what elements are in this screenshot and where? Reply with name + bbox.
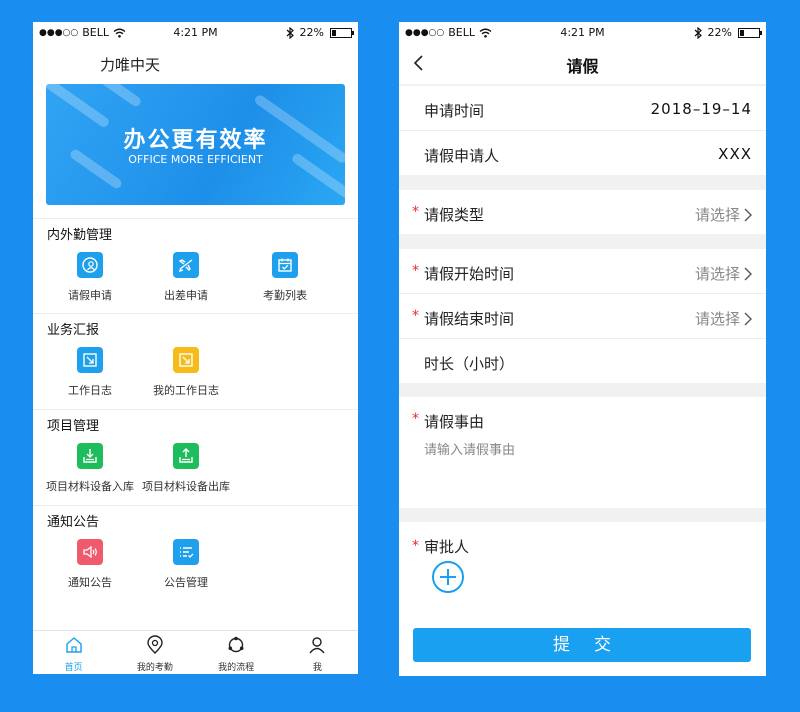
edit-log-icon — [173, 347, 199, 373]
plus-circle-icon — [432, 561, 464, 593]
tab-me[interactable]: 我 — [277, 631, 358, 674]
inbound-icon — [77, 443, 103, 469]
grid-label: 通知公告 — [68, 576, 112, 589]
leave-form-screen: ●●●○○ BELL 4:21 PM 22% 请假 申请时间 2018–19–1… — [399, 22, 766, 676]
airplane-icon — [173, 252, 199, 278]
start-time-placeholder: 请选择 — [694, 265, 740, 283]
grid-item-material-outbound[interactable]: 项目材料设备出库 — [131, 443, 241, 494]
chevron-right-icon — [744, 312, 752, 325]
applicant-value: XXX — [718, 145, 752, 163]
duration-row[interactable]: 时长（小时） — [399, 339, 766, 383]
banner-subtitle: OFFICE MORE EFFICIENT — [128, 153, 263, 166]
apply-time-value: 2018–19–14 — [650, 100, 752, 118]
grid-label: 项目材料设备入库 — [46, 480, 134, 493]
leave-icon — [77, 252, 103, 278]
section-title-notices: 通知公告 — [47, 515, 100, 530]
status-bar: ●●●○○ BELL 4:21 PM 22% — [33, 22, 358, 44]
required-mark: * — [412, 263, 419, 279]
grid-item-material-inbound[interactable]: 项目材料设备入库 — [35, 443, 145, 494]
leave-type-row[interactable]: * 请假类型 请选择 — [399, 190, 766, 234]
grid-label: 工作日志 — [68, 384, 112, 397]
start-time-label: 请假开始时间 — [424, 265, 515, 283]
location-pin-icon — [147, 635, 163, 654]
bluetooth-icon — [286, 26, 294, 39]
battery-percent: 22% — [707, 26, 732, 39]
edit-log-icon — [77, 347, 103, 373]
submit-button[interactable]: 提交 — [413, 628, 751, 662]
reason-textarea[interactable]: 请输入请假事由 — [424, 439, 515, 458]
tab-label: 我的流程 — [218, 663, 255, 673]
status-bar: ●●●○○ BELL 4:21 PM 22% — [399, 22, 766, 44]
leave-type-label: 请假类型 — [424, 206, 485, 224]
apply-time-row: 申请时间 2018–19–14 — [399, 86, 766, 130]
page-title: 请假 — [566, 57, 599, 76]
reason-row[interactable]: * 请假事由 请输入请假事由 — [399, 397, 766, 508]
battery-icon — [738, 27, 762, 38]
grid-item-work-log[interactable]: 工作日志 — [35, 347, 145, 398]
tab-label: 我的考勤 — [136, 663, 173, 673]
start-time-select[interactable]: 请选择 — [695, 263, 752, 284]
required-mark: * — [412, 308, 419, 324]
approver-label: 审批人 — [424, 538, 470, 556]
required-mark: * — [412, 538, 419, 554]
leave-type-placeholder: 请选择 — [694, 206, 740, 224]
section-title-attendance: 内外勤管理 — [47, 228, 113, 243]
grid-label: 考勤列表 — [263, 289, 307, 302]
grid-item-my-work-log[interactable]: 我的工作日志 — [131, 347, 241, 398]
reason-label: 请假事由 — [424, 413, 485, 431]
grid-label: 项目材料设备出库 — [142, 480, 230, 493]
battery-percent: 22% — [299, 26, 324, 39]
section-title-project-management: 项目管理 — [47, 419, 100, 434]
speaker-icon — [77, 539, 103, 565]
outbound-icon — [173, 443, 199, 469]
promo-banner[interactable]: 办公更有效率 OFFICE MORE EFFICIENT — [46, 84, 345, 205]
tab-home[interactable]: 首页 — [33, 631, 114, 674]
grid-label: 请假申请 — [68, 289, 112, 302]
tab-my-process[interactable]: 我的流程 — [196, 631, 277, 674]
grid-item-leave-apply[interactable]: 请假申请 — [35, 252, 145, 303]
tab-label: 首页 — [64, 663, 83, 673]
applicant-row: 请假申请人 XXX — [399, 131, 766, 175]
nav-bar: 请假 — [399, 44, 766, 84]
required-mark: * — [412, 411, 419, 427]
chevron-right-icon — [744, 208, 752, 221]
grid-item-trip-apply[interactable]: 出差申请 — [131, 252, 241, 303]
section-title-business-report: 业务汇报 — [47, 323, 100, 338]
grid-label: 出差申请 — [164, 289, 208, 302]
grid-label: 我的工作日志 — [153, 384, 219, 397]
chevron-right-icon — [744, 267, 752, 280]
end-time-select[interactable]: 请选择 — [695, 308, 752, 329]
start-time-row[interactable]: * 请假开始时间 请选择 — [399, 249, 766, 293]
process-icon — [228, 636, 244, 653]
grid-item-notice-management[interactable]: 公告管理 — [131, 539, 241, 590]
end-time-label: 请假结束时间 — [424, 310, 515, 328]
calendar-check-icon — [272, 252, 298, 278]
tab-my-attendance[interactable]: 我的考勤 — [114, 631, 195, 674]
home-screen: ●●●○○ BELL 4:21 PM 22% 力唯中天 办公更有效率 OFFIC… — [33, 22, 358, 674]
duration-label: 时长（小时） — [424, 355, 515, 373]
list-check-icon — [173, 539, 199, 565]
end-time-row[interactable]: * 请假结束时间 请选择 — [399, 294, 766, 338]
banner-title: 办公更有效率 — [123, 128, 268, 153]
end-time-placeholder: 请选择 — [694, 310, 740, 328]
grid-item-attendance-list[interactable]: 考勤列表 — [230, 252, 340, 303]
add-approver-button[interactable] — [431, 560, 465, 598]
bottom-tabbar: 首页 我的考勤 我的流程 我 — [33, 630, 358, 674]
home-icon — [65, 637, 82, 653]
app-title: 力唯中天 — [100, 56, 161, 74]
battery-icon — [330, 27, 354, 38]
leave-type-select[interactable]: 请选择 — [695, 204, 752, 225]
required-mark: * — [412, 204, 419, 220]
person-icon — [309, 637, 325, 654]
applicant-label: 请假申请人 — [424, 147, 500, 165]
tab-label: 我 — [312, 663, 322, 673]
grid-item-notice[interactable]: 通知公告 — [35, 539, 145, 590]
bluetooth-icon — [694, 26, 702, 39]
apply-time-label: 申请时间 — [424, 102, 485, 120]
grid-label: 公告管理 — [164, 576, 208, 589]
